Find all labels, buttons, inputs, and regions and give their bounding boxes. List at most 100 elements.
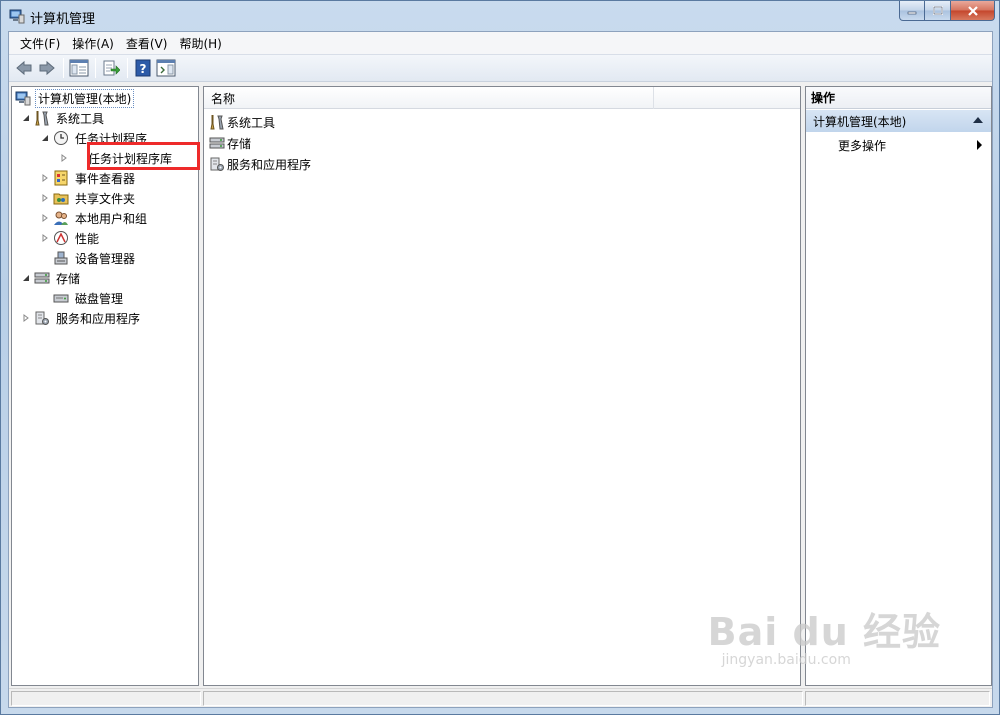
export-icon	[103, 60, 120, 76]
tree-item-label: 系统工具	[56, 111, 105, 126]
storage-icon	[209, 137, 225, 149]
help-icon: ?	[135, 59, 151, 77]
menu-view[interactable]: 查看(V)	[121, 33, 173, 54]
tree-item-label: 事件查看器	[75, 171, 136, 186]
toolbar-separator	[95, 58, 96, 78]
close-button[interactable]	[951, 1, 995, 21]
tree-item-performance[interactable]: 性能	[39, 229, 101, 247]
watermark-main: Bai du 经验	[707, 610, 941, 654]
tree-item-label: 磁盘管理	[75, 291, 124, 306]
computer-management-icon	[9, 9, 25, 24]
storage-icon	[34, 272, 50, 284]
maximize-icon	[932, 5, 943, 15]
collapse-triangle-icon[interactable]	[39, 132, 51, 144]
event-viewer-icon	[54, 170, 68, 186]
toolbar: ?	[9, 54, 992, 82]
export-list-button[interactable]	[100, 57, 122, 79]
submenu-arrow-icon	[977, 140, 982, 150]
status-bar	[9, 688, 992, 707]
tree-item-device-manager[interactable]: 设备管理器	[39, 249, 137, 267]
back-button[interactable]	[13, 57, 35, 79]
actions-pane: 操作 计算机管理(本地) 更多操作	[805, 86, 992, 686]
status-segment	[203, 691, 803, 706]
expand-triangle-icon[interactable]	[39, 212, 51, 224]
expand-triangle-icon[interactable]	[39, 192, 51, 204]
tree-item-label: 存储	[56, 271, 81, 286]
menu-bar: 文件(F) 操作(A) 查看(V) 帮助(H)	[9, 32, 992, 54]
tree-item-disk-management[interactable]: 磁盘管理	[39, 289, 125, 307]
list-item-storage[interactable]: 存储	[209, 133, 251, 153]
console-tree: 计算机管理(本地) 系统工具 任务计划程序 任务计划程序库 事件查看器 共享文件…	[11, 86, 200, 686]
window: 计算机管理 文件(F) 操作(A) 查看(V) 帮助(H) ? 计算机管理(本地…	[0, 0, 1000, 715]
maximize-button[interactable]	[925, 1, 951, 21]
caption-buttons	[899, 1, 995, 21]
tree-item-label: 共享文件夹	[75, 191, 136, 206]
show-action-pane-button[interactable]	[155, 57, 177, 79]
menu-action[interactable]: 操作(A)	[67, 33, 119, 54]
column-header-empty[interactable]	[654, 87, 800, 109]
status-segment	[11, 691, 201, 706]
collapse-triangle-icon[interactable]	[20, 112, 32, 124]
tree-item-services-apps[interactable]: 服务和应用程序	[20, 309, 142, 327]
menu-help[interactable]: 帮助(H)	[174, 33, 226, 54]
services-icon	[35, 311, 49, 325]
list-item-label: 服务和应用程序	[227, 157, 312, 172]
tree-item-local-users-groups[interactable]: 本地用户和组	[39, 209, 149, 227]
close-icon	[967, 5, 978, 16]
toolbar-separator	[127, 58, 128, 78]
collapse-caret-icon[interactable]	[973, 117, 983, 123]
tree-item-storage[interactable]: 存储	[20, 269, 82, 287]
tree-item-shared-folders[interactable]: 共享文件夹	[39, 189, 137, 207]
collapse-triangle-icon[interactable]	[20, 272, 32, 284]
device-manager-icon	[54, 251, 68, 265]
more-actions-item[interactable]: 更多操作	[806, 135, 991, 155]
baidu-watermark: Bai du 经验 jingyan.baidu.com	[708, 601, 941, 668]
tree-item-event-viewer[interactable]: 事件查看器	[39, 169, 137, 187]
tree-item-root[interactable]: 计算机管理(本地)	[15, 88, 135, 108]
show-hide-tree-button[interactable]	[68, 57, 90, 79]
console-tree-icon	[69, 59, 89, 77]
list-item-label: 系统工具	[227, 115, 276, 130]
list-header: 名称	[204, 87, 800, 109]
help-button[interactable]: ?	[132, 57, 154, 79]
minimize-button[interactable]	[899, 1, 925, 21]
tree-item-label: 性能	[75, 231, 100, 246]
result-list: 名称 系统工具 存储 服务和应用程序	[203, 86, 801, 686]
expand-triangle-icon[interactable]	[39, 232, 51, 244]
shared-folder-icon	[53, 193, 69, 205]
toolbar-separator	[63, 58, 64, 78]
window-title: 计算机管理	[30, 12, 96, 27]
column-header-name[interactable]: 名称	[204, 87, 654, 109]
title-bar[interactable]: 计算机管理	[1, 1, 1000, 31]
expand-triangle-icon[interactable]	[58, 152, 70, 164]
forward-button[interactable]	[36, 57, 58, 79]
users-icon	[54, 211, 68, 225]
tree-item-label: 设备管理器	[75, 251, 136, 266]
status-segment	[805, 691, 990, 706]
expand-triangle-icon[interactable]	[20, 312, 32, 324]
red-highlight-box	[87, 142, 200, 170]
actions-group-header[interactable]: 计算机管理(本地)	[806, 110, 991, 132]
more-actions-label: 更多操作	[838, 138, 887, 153]
tree-item-system-tools[interactable]: 系统工具	[20, 109, 106, 127]
tree-item-label: 计算机管理(本地)	[35, 88, 135, 108]
performance-icon	[54, 231, 68, 245]
list-item-label: 存储	[227, 136, 252, 151]
list-item-services-apps[interactable]: 服务和应用程序	[209, 154, 311, 174]
menu-file[interactable]: 文件(F)	[15, 33, 65, 54]
tools-icon	[210, 115, 224, 130]
tree-item-label: 服务和应用程序	[56, 311, 141, 326]
action-pane-icon	[156, 59, 176, 77]
computer-management-icon	[15, 91, 31, 106]
tree-item-label: 本地用户和组	[75, 211, 148, 226]
expand-triangle-icon[interactable]	[39, 172, 51, 184]
minimize-icon	[907, 11, 917, 14]
tools-icon	[35, 111, 49, 126]
clock-icon	[54, 131, 68, 145]
forward-arrow-icon	[39, 60, 55, 76]
disk-icon	[53, 294, 69, 303]
list-item-system-tools[interactable]: 系统工具	[209, 112, 275, 132]
actions-title: 操作	[806, 87, 991, 109]
svg-text:?: ?	[140, 62, 147, 76]
